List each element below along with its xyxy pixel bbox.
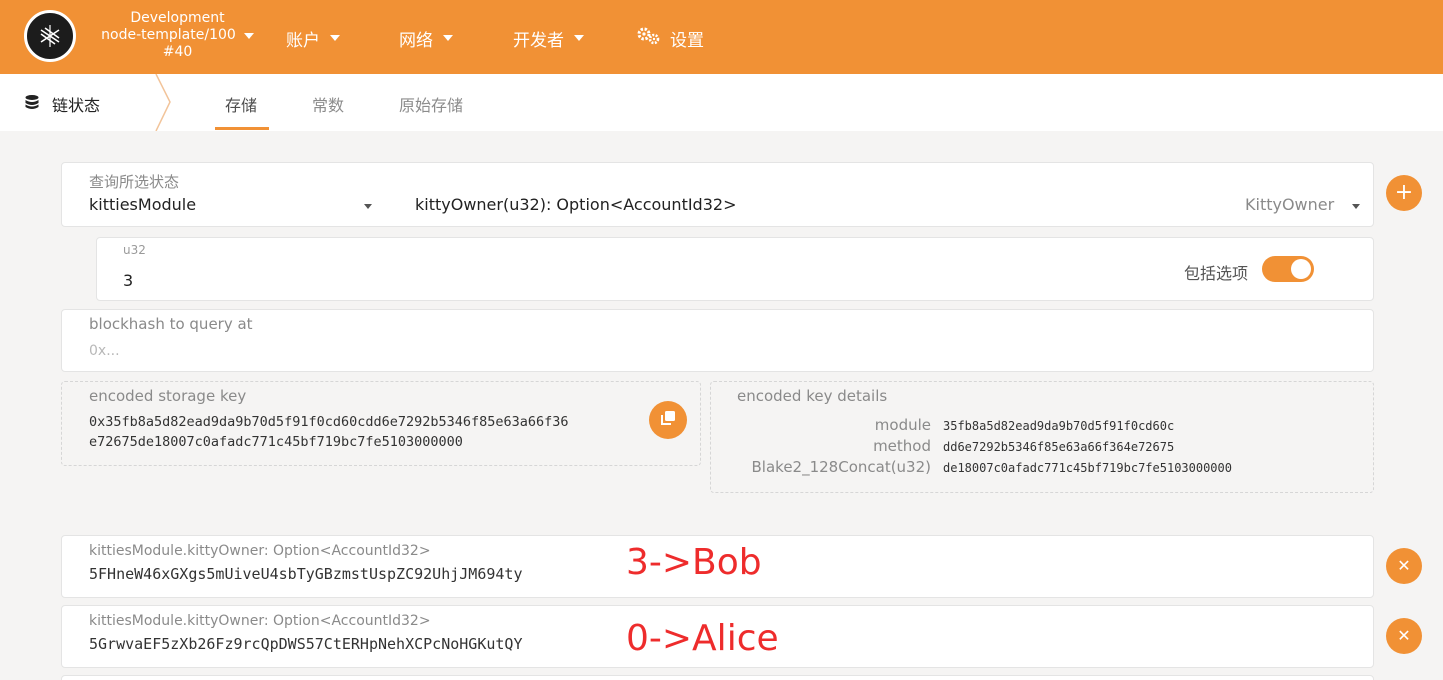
block-number: #40 xyxy=(162,44,193,60)
result-annotation: 0->Alice xyxy=(626,618,779,659)
chevron-down-icon xyxy=(443,35,453,41)
tab-constants[interactable]: 常数 xyxy=(312,92,344,116)
result-value: 5FHneW46xGXgs5mUiveU4sbTyGBzmstUspZC92Uh… xyxy=(89,565,523,583)
remove-result-button[interactable]: ✕ xyxy=(1386,548,1422,584)
encoded-storage-key: encoded storage key 0x35fb8a5d82ead9da9b… xyxy=(61,381,701,466)
chevron-down-icon xyxy=(330,35,340,41)
menu-accounts[interactable]: 账户 xyxy=(286,27,340,51)
encoded-key-details: encoded key details module 35fb8a5d82ead… xyxy=(710,381,1374,493)
chevron-down-icon xyxy=(364,204,372,209)
query-selector: 查询所选状态 kittiesModule kittyOwner(u32): Op… xyxy=(61,162,1374,227)
include-option-label: 包括选项 xyxy=(1184,264,1249,283)
close-icon: ✕ xyxy=(1397,556,1411,575)
query-result: kittiesModule.kittyOwner: Option<Account… xyxy=(61,605,1374,668)
key-detail-row: module 35fb8a5d82ead9da9b70d5f91f0cd60c xyxy=(711,416,1174,436)
node-version: node-template/100 xyxy=(101,27,236,43)
chain-selector[interactable]: Development node-template/100 #40 xyxy=(90,10,265,61)
database-icon xyxy=(24,94,40,114)
settings-label: 设置 xyxy=(670,30,704,51)
copy-button[interactable] xyxy=(649,401,687,439)
chain-name: Development xyxy=(130,10,225,26)
copy-icon xyxy=(659,409,677,432)
key-detail-value: 35fb8a5d82ead9da9b70d5f91f0cd60c xyxy=(943,419,1175,433)
tab-raw-storage[interactable]: 原始存储 xyxy=(399,92,463,116)
key-detail-name: Blake2_128Concat(u32) xyxy=(751,458,931,476)
key-detail-name: method xyxy=(873,437,931,455)
breadcrumb-separator xyxy=(155,74,171,131)
method-hint: KittyOwner xyxy=(1245,195,1335,214)
plus-icon: + xyxy=(1394,180,1414,205)
menu-label: 账户 xyxy=(286,30,320,51)
result-annotation: 3->Bob xyxy=(626,542,762,583)
menu-label: 网络 xyxy=(399,30,433,51)
remove-result-button[interactable]: ✕ xyxy=(1386,618,1422,654)
result-title: kittiesModule.kittyOwner: Option<Account… xyxy=(89,543,431,559)
blockhash-input-card: blockhash to query at 0x... xyxy=(61,309,1374,372)
param-input-card: u32 3 包括选项 xyxy=(96,237,1374,301)
close-icon: ✕ xyxy=(1397,626,1411,645)
param-label: u32 xyxy=(123,243,146,257)
encoded-key-line1: 0x35fb8a5d82ead9da9b70d5f91f0cd60cdd6e72… xyxy=(89,414,569,430)
key-detail-value: de18007c0afadc771c45bf719bc7fe5103000000 xyxy=(943,461,1232,475)
query-result-partial xyxy=(61,675,1374,680)
active-tab-indicator xyxy=(215,127,269,130)
result-title: kittiesModule.kittyOwner: Option<Account… xyxy=(89,613,431,629)
add-query-button[interactable]: + xyxy=(1386,175,1422,211)
menu-developer[interactable]: 开发者 xyxy=(513,27,584,51)
module-select[interactable]: kittiesModule xyxy=(89,195,196,214)
section-chain-state: 链状态 xyxy=(24,92,100,116)
menu-settings[interactable]: 设置 xyxy=(636,27,704,51)
chevron-down-icon[interactable] xyxy=(1352,204,1360,209)
menu-label: 开发者 xyxy=(513,30,564,51)
include-option-toggle[interactable] xyxy=(1262,256,1314,282)
tab-bar: 链状态 存储 常数 原始存储 xyxy=(0,74,1443,131)
gears-icon xyxy=(636,27,662,50)
tab-storage[interactable]: 存储 xyxy=(225,92,257,116)
top-navbar: Development node-template/100 #40 账户 网络 … xyxy=(0,0,1443,74)
chevron-down-icon xyxy=(243,32,254,39)
query-label: 查询所选状态 xyxy=(89,173,180,191)
key-details-label: encoded key details xyxy=(737,387,888,405)
key-detail-row: method dd6e7292b5346f85e63a66f364e72675 xyxy=(711,437,1174,457)
blockhash-label: blockhash to query at xyxy=(89,315,253,333)
toggle-knob xyxy=(1291,259,1311,279)
query-result: kittiesModule.kittyOwner: Option<Account… xyxy=(61,535,1374,598)
key-detail-row: Blake2_128Concat(u32) de18007c0afadc771c… xyxy=(711,458,1232,478)
key-detail-value: dd6e7292b5346f85e63a66f364e72675 xyxy=(943,440,1175,454)
menu-network[interactable]: 网络 xyxy=(399,27,453,51)
encoded-key-label: encoded storage key xyxy=(89,387,247,405)
encoded-key-line2: e72675de18007c0afadc771c45bf719bc7fe5103… xyxy=(89,434,463,450)
chevron-down-icon xyxy=(574,35,584,41)
substrate-logo-icon[interactable] xyxy=(24,10,76,62)
result-value: 5GrwvaEF5zXb26Fz9rcQpDWS57CtERHpNehXCPcN… xyxy=(89,635,523,653)
blockhash-input[interactable]: 0x... xyxy=(89,343,120,359)
section-label: 链状态 xyxy=(52,96,101,115)
method-select[interactable]: kittyOwner(u32): Option<AccountId32> xyxy=(415,195,736,214)
key-detail-name: module xyxy=(874,416,931,434)
param-input[interactable]: 3 xyxy=(123,271,133,290)
